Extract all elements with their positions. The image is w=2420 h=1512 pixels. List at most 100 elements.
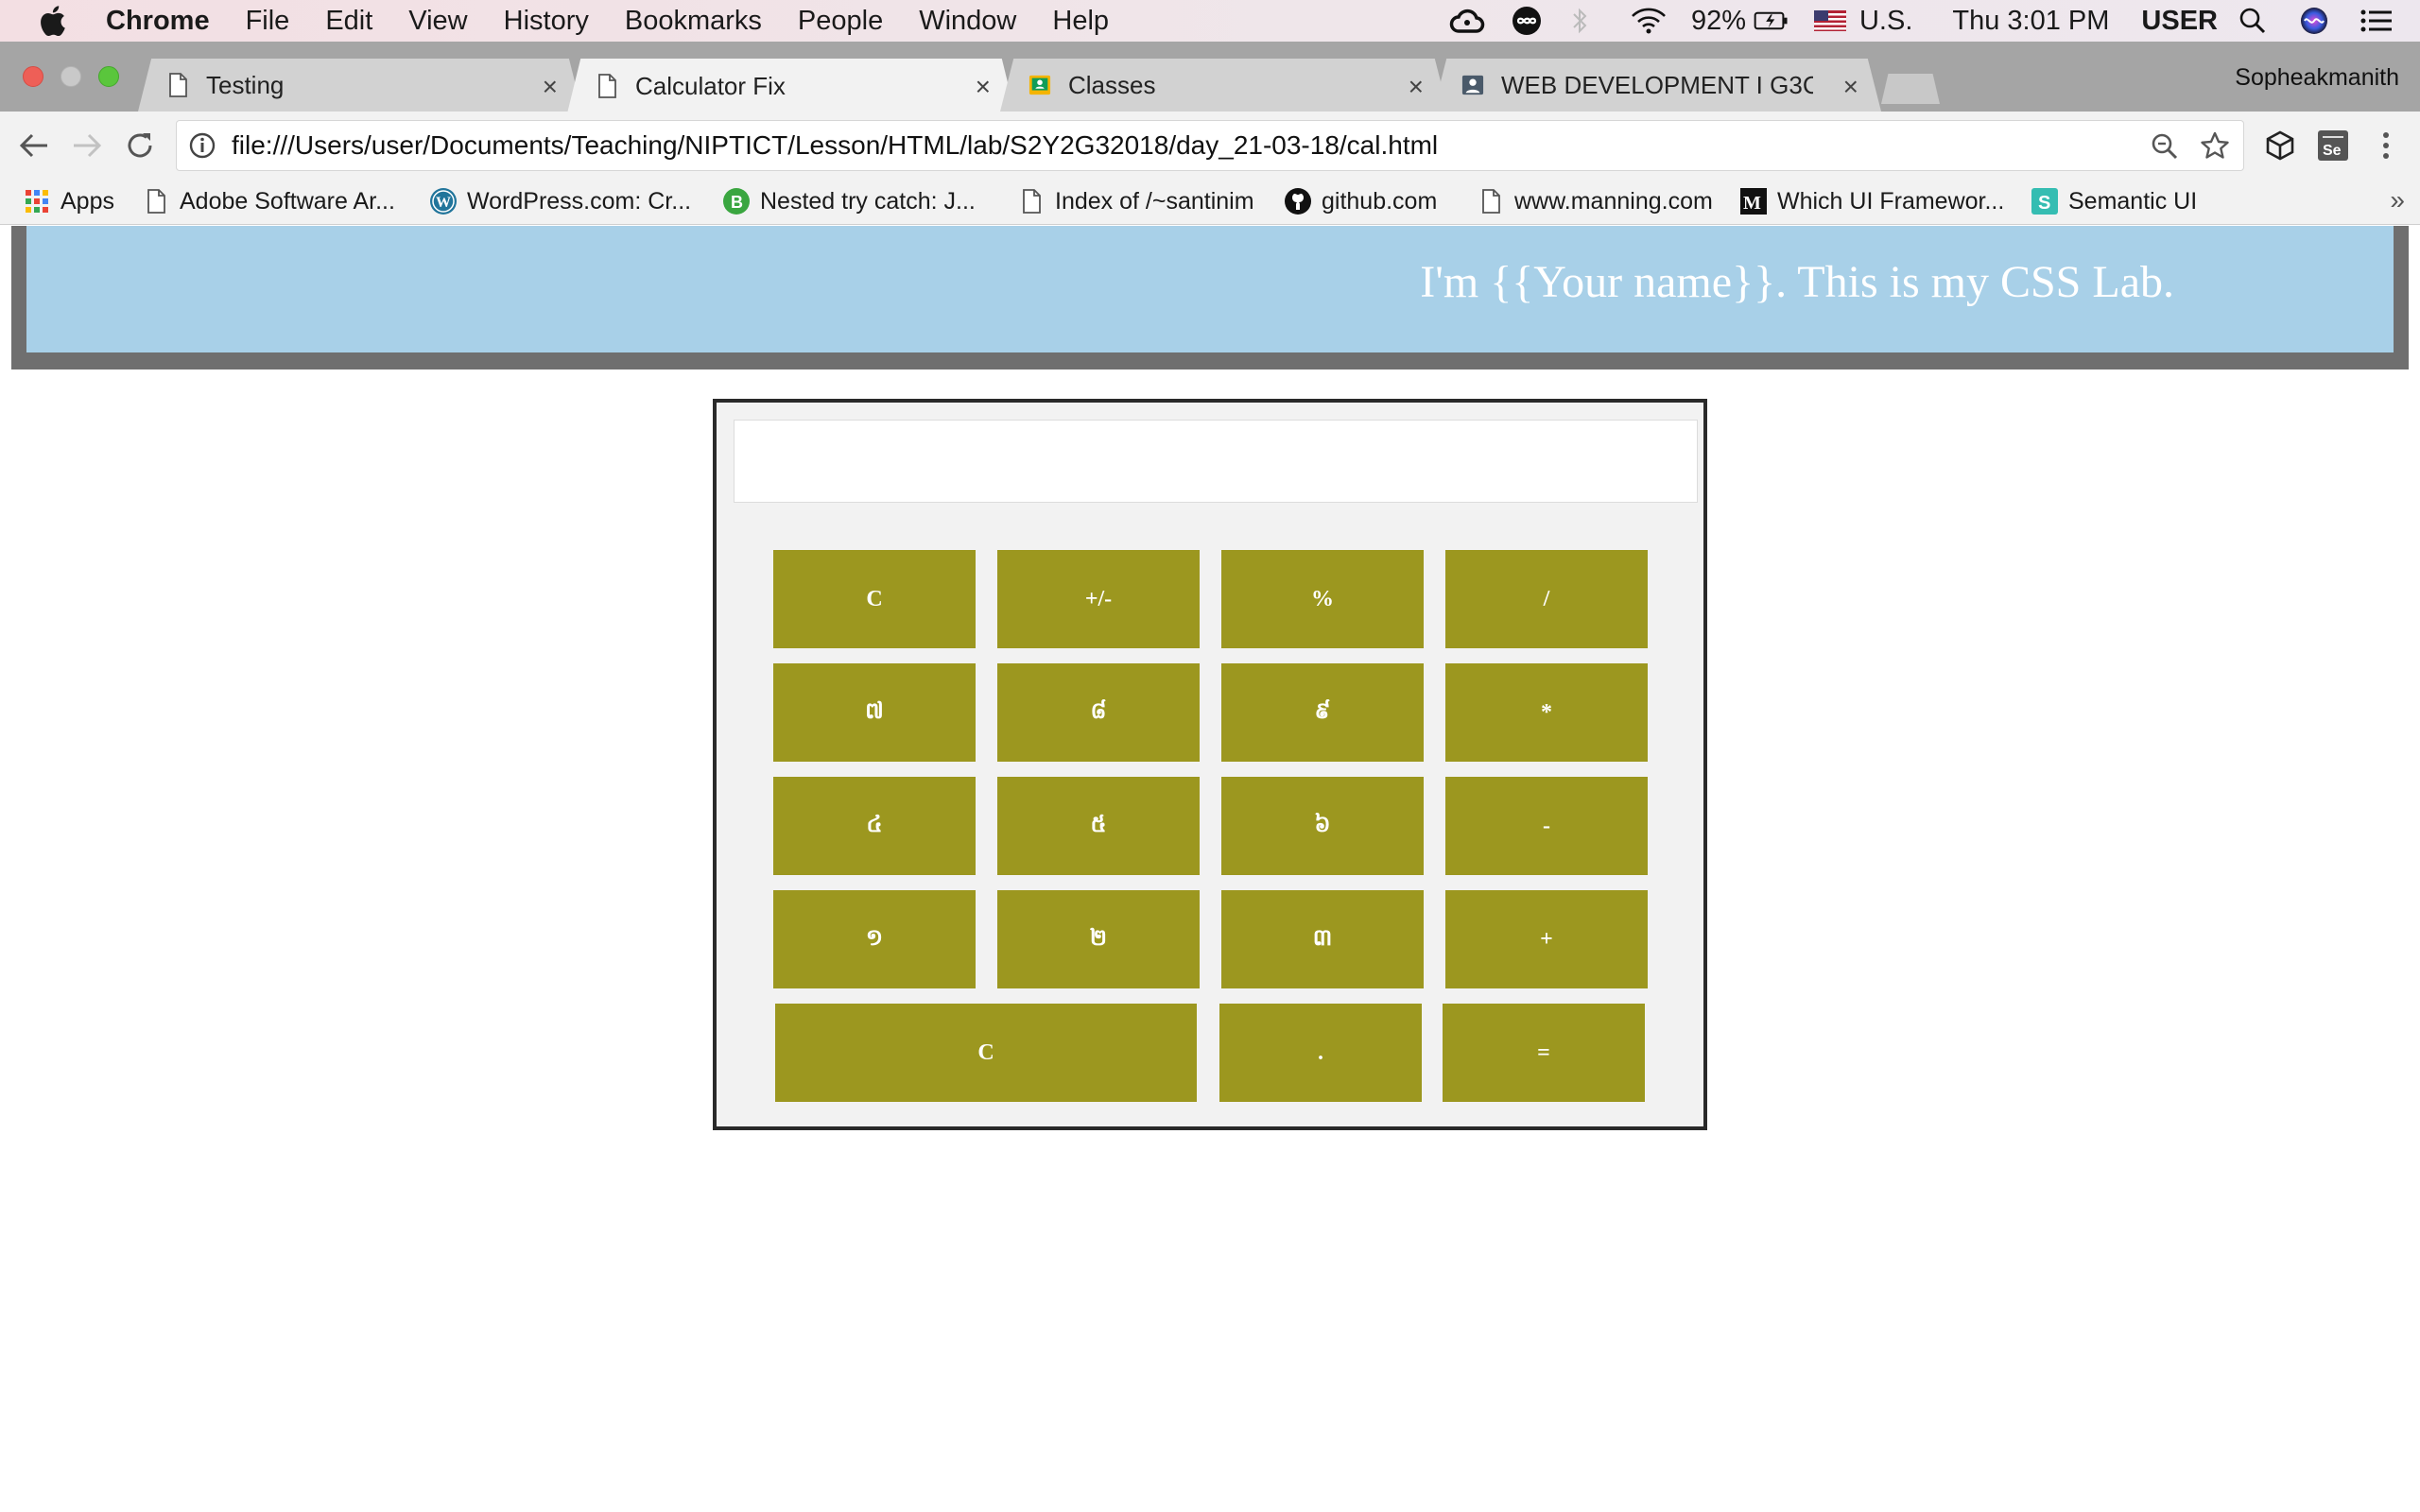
page-icon	[1477, 187, 1505, 215]
bookmark-label: Apps	[60, 187, 114, 215]
menu-window[interactable]: Window	[919, 6, 1016, 37]
menu-bookmarks[interactable]: Bookmarks	[625, 6, 762, 37]
tab-close-icon[interactable]: ×	[543, 72, 558, 102]
key-decimal[interactable]: .	[1219, 1004, 1422, 1102]
key-6[interactable]: ៦	[1221, 777, 1424, 875]
bookmark-nested-try-catch[interactable]: B Nested try catch: J...	[722, 187, 976, 215]
bookmark-semantic-ui[interactable]: S Semantic UI	[2031, 187, 2197, 215]
bluetooth-icon[interactable]	[1570, 6, 1606, 36]
battery-charging-icon[interactable]	[1754, 6, 1789, 36]
key-equals[interactable]: =	[1443, 1004, 1645, 1102]
apple-menu-icon[interactable]	[38, 4, 70, 38]
banner-heading: I'm {{Your name}}. This is my CSS Lab.	[1420, 257, 2174, 307]
address-bar[interactable]: file:///Users/user/Documents/Teaching/NI…	[176, 120, 2244, 171]
siri-icon[interactable]	[2299, 6, 2335, 36]
extension-cube-icon[interactable]	[2261, 127, 2299, 164]
page-icon	[596, 73, 618, 99]
svg-text:Se: Se	[2323, 143, 2342, 159]
tab-title: Classes	[1068, 70, 1156, 99]
bookmarks-bar: Apps Adobe Software Ar... W WordPress.co…	[0, 180, 2420, 225]
calculator: C +/- % / ៧ ៨ ៩ * ៤ ៥ ៦ - ១ ២ ៣ + C . =	[713, 399, 1707, 1130]
profile-icon	[1461, 72, 1484, 98]
macos-menu-bar: Chrome File Edit View History Bookmarks …	[0, 0, 2420, 42]
key-add[interactable]: +	[1445, 890, 1648, 988]
key-3[interactable]: ៣	[1221, 890, 1424, 988]
menu-people[interactable]: People	[798, 6, 883, 37]
key-plus-minus[interactable]: +/-	[997, 550, 1200, 648]
svg-text:W: W	[436, 195, 451, 211]
key-clear-wide[interactable]: C	[775, 1004, 1197, 1102]
tab-close-icon[interactable]: ×	[1409, 72, 1424, 102]
apps-grid-icon	[23, 187, 51, 215]
menu-user[interactable]: USER	[2141, 6, 2218, 37]
url-text[interactable]: file:///Users/user/Documents/Teaching/NI…	[232, 130, 1438, 161]
key-4[interactable]: ៤	[773, 777, 976, 875]
selenium-extension-icon[interactable]: Se	[2314, 127, 2352, 164]
zoom-icon[interactable]	[2151, 132, 2179, 165]
key-8[interactable]: ៨	[997, 663, 1200, 762]
menu-history[interactable]: History	[504, 6, 589, 37]
key-7[interactable]: ៧	[773, 663, 976, 762]
tab-calculator-fix[interactable]: Calculator Fix ×	[567, 59, 1015, 113]
bookmark-apps[interactable]: Apps	[23, 187, 114, 215]
status-area: 92% U.S. Thu 3:01 PM USER	[1449, 0, 2420, 42]
key-2[interactable]: ២	[997, 890, 1200, 988]
battery-percent[interactable]: 92%	[1691, 6, 1746, 37]
b-badge-icon: B	[722, 187, 751, 215]
tab-close-icon[interactable]: ×	[976, 72, 991, 102]
bookmark-manning[interactable]: www.manning.com	[1477, 187, 1713, 215]
window-zoom-button[interactable]	[98, 66, 119, 87]
back-arrow-icon[interactable]	[15, 127, 53, 164]
menu-file[interactable]: File	[246, 6, 290, 37]
bookmark-label: www.manning.com	[1514, 187, 1713, 215]
bookmark-adobe[interactable]: Adobe Software Ar...	[142, 187, 395, 215]
menu-view[interactable]: View	[408, 6, 467, 37]
new-tab-button[interactable]	[1881, 74, 1940, 104]
reload-icon[interactable]	[121, 127, 159, 164]
bookmark-ui-framework[interactable]: M Which UI Framewor...	[1739, 187, 2004, 215]
tab-close-icon[interactable]: ×	[1843, 72, 1858, 102]
bookmark-label: Nested try catch: J...	[760, 187, 976, 215]
key-multiply[interactable]: *	[1445, 663, 1648, 762]
bookmark-label: WordPress.com: Cr...	[467, 187, 692, 215]
tab-classes[interactable]: Classes ×	[1000, 59, 1448, 112]
forward-arrow-icon[interactable]	[68, 127, 106, 164]
page-icon	[142, 187, 170, 215]
key-clear[interactable]: C	[773, 550, 976, 648]
svg-text:S: S	[2038, 193, 2050, 214]
window-close-button[interactable]	[23, 66, 43, 87]
tab-title: Testing	[206, 70, 285, 99]
bookmark-label: Index of /~santinim	[1055, 187, 1254, 215]
bookmark-star-icon[interactable]	[2200, 130, 2230, 165]
menu-app-name[interactable]: Chrome	[106, 6, 210, 37]
menu-clock[interactable]: Thu 3:01 PM	[1952, 6, 2109, 37]
creative-cloud-icon[interactable]	[1449, 6, 1485, 36]
input-source-label[interactable]: U.S.	[1859, 6, 1912, 37]
bookmark-github[interactable]: github.com	[1284, 187, 1437, 215]
notification-center-icon[interactable]	[2360, 6, 2395, 36]
bookmark-index-santinim[interactable]: Index of /~santinim	[1017, 187, 1254, 215]
chrome-menu-icon[interactable]	[2367, 127, 2405, 164]
menu-help[interactable]: Help	[1052, 6, 1109, 37]
tab-web-development[interactable]: WEB DEVELOPMENT I G3CS2S ×	[1433, 59, 1881, 112]
calculator-display[interactable]	[734, 420, 1698, 503]
us-flag-icon[interactable]	[1813, 6, 1850, 36]
profile-name[interactable]: Sopheakmanith	[2235, 64, 2399, 92]
menu-edit[interactable]: Edit	[325, 6, 372, 37]
key-5[interactable]: ៥	[997, 777, 1200, 875]
bookmarks-overflow-icon[interactable]: »	[2390, 185, 2405, 215]
window-minimize-button[interactable]	[60, 66, 81, 87]
key-subtract[interactable]: -	[1445, 777, 1648, 875]
spotlight-search-icon[interactable]	[2238, 6, 2274, 36]
tab-testing[interactable]: Testing ×	[138, 59, 582, 112]
tab-title: WEB DEVELOPMENT I G3CS2S	[1501, 70, 1813, 99]
key-divide[interactable]: /	[1445, 550, 1648, 648]
infinity-icon[interactable]	[1510, 6, 1546, 36]
key-percent[interactable]: %	[1221, 550, 1424, 648]
wifi-icon[interactable]	[1631, 6, 1667, 36]
bookmark-wordpress[interactable]: W WordPress.com: Cr...	[429, 187, 691, 215]
info-icon[interactable]	[188, 131, 216, 160]
tab-title: Calculator Fix	[635, 71, 786, 100]
key-9[interactable]: ៩	[1221, 663, 1424, 762]
key-1[interactable]: ១	[773, 890, 976, 988]
